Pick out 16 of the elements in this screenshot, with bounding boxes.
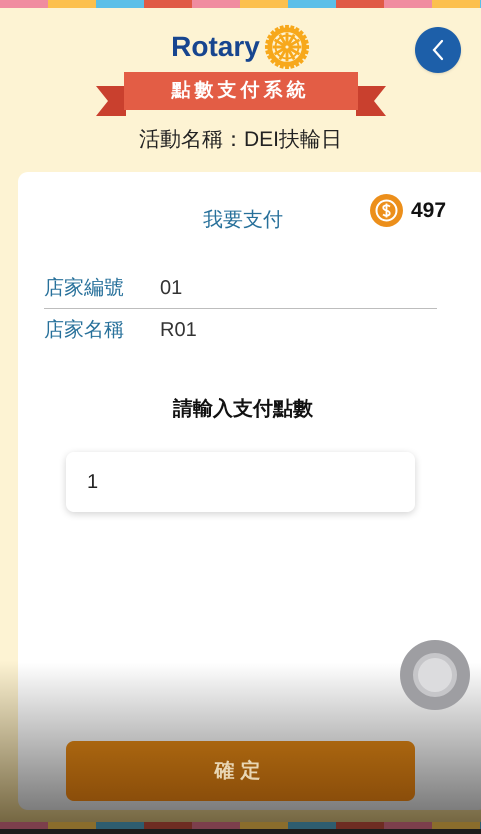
event-name: 活動名稱：DEI扶輪日: [138, 127, 342, 153]
field-value: 01: [160, 276, 182, 301]
points-balance: 497: [411, 198, 446, 224]
amount-prompt: 請輸入支付點數: [173, 397, 314, 422]
confirm-button[interactable]: 確定: [66, 741, 415, 801]
title-ribbon: 點數支付系統: [96, 72, 386, 116]
back-button[interactable]: [415, 27, 461, 73]
coin-icon: [370, 194, 403, 227]
field-value: R01: [160, 318, 197, 342]
chevron-left-icon: [431, 39, 445, 61]
field-label: 店家名稱: [44, 318, 125, 342]
logo-text: Rotary: [171, 33, 260, 61]
amount-field[interactable]: 1: [66, 452, 415, 512]
card-title: 我要支付: [203, 208, 283, 233]
field-label: 店家編號: [44, 276, 125, 301]
gear-logo-icon: [264, 24, 310, 70]
